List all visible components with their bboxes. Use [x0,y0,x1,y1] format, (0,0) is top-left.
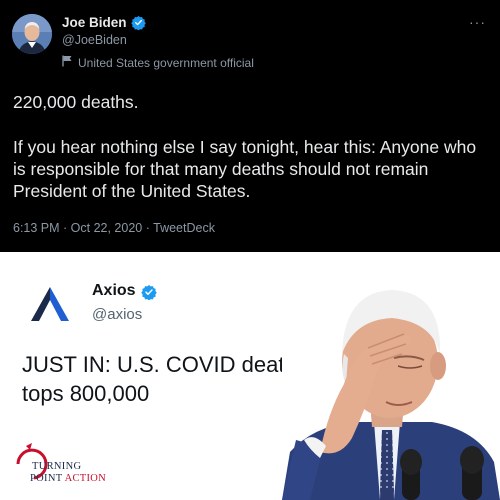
flag-icon [62,55,73,70]
turning-point-text: TURNING [32,461,82,472]
user-handle[interactable]: @JoeBiden [62,33,127,47]
biden-tweet: Joe Biden @JoeBiden United States govern… [0,0,500,252]
government-label-text: United States government official [78,55,254,70]
axios-panel: Axios @axios JUST IN: U.S. COVID death t… [0,252,500,500]
biden-avatar[interactable] [12,14,52,54]
verified-badge-icon [130,15,146,31]
biden-facepalm-photo [282,262,500,500]
display-name[interactable]: Joe Biden [62,15,127,30]
verified-badge-icon [140,284,157,300]
turning-point-text-line2: POINT ACTION [30,473,106,484]
biden-name-row: Joe Biden [62,15,146,31]
turning-point-word-point: POINT [30,473,63,484]
axios-name-row: Axios [92,282,157,300]
turning-point-word-action: ACTION [64,473,107,484]
tweet-text-body: If you hear nothing else I say tonight, … [13,137,477,201]
tweet-text-line1: 220,000 deaths. [13,92,139,112]
axios-handle[interactable]: @axios [92,306,142,323]
government-label: United States government official [62,55,254,70]
tweet-timestamp[interactable]: 6:13 PM · Oct 22, 2020 · TweetDeck [13,221,215,235]
axios-logo [30,286,70,322]
more-options-icon[interactable]: ··· [469,14,486,30]
axios-display-name[interactable]: Axios [92,282,136,300]
